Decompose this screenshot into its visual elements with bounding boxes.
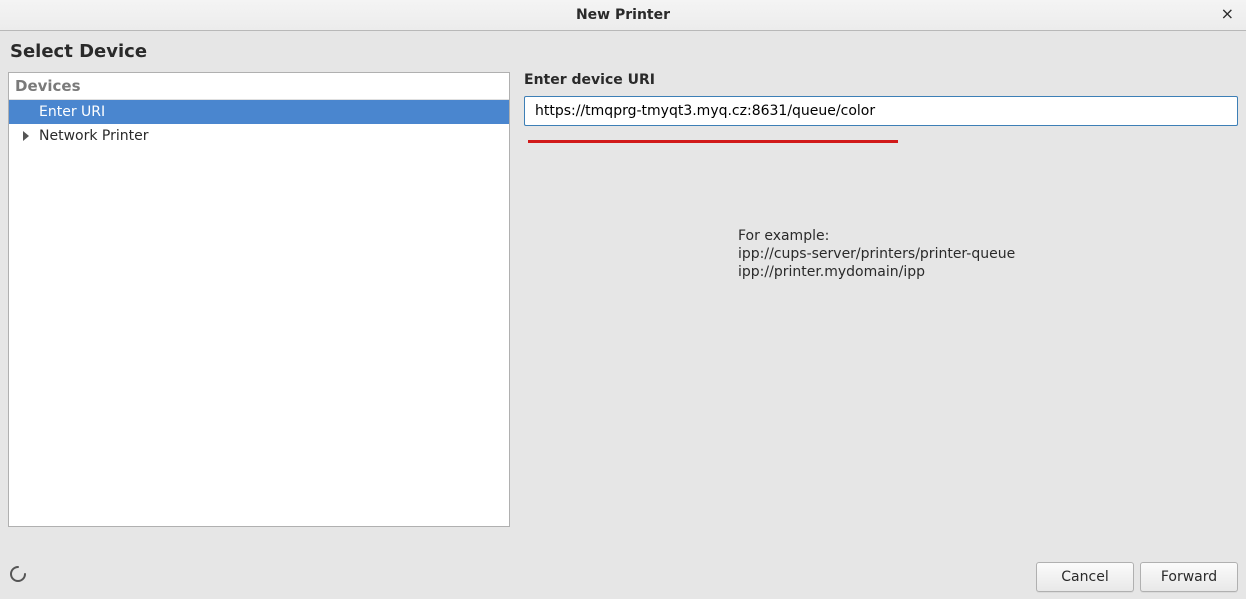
- footer: Cancel Forward: [0, 554, 1246, 599]
- devices-header: Devices: [9, 73, 509, 100]
- device-item-label: Network Printer: [39, 128, 148, 144]
- dialog-content: Select Device Devices Enter URI Network …: [0, 31, 1246, 554]
- device-item-label: Enter URI: [39, 104, 105, 120]
- panels: Devices Enter URI Network Printer Enter …: [8, 72, 1238, 527]
- uri-underline: [528, 140, 898, 143]
- device-item-network-printer[interactable]: Network Printer: [9, 124, 509, 148]
- section-title: Select Device: [8, 41, 1238, 62]
- close-icon[interactable]: ×: [1217, 4, 1238, 24]
- devices-panel: Devices Enter URI Network Printer: [8, 72, 510, 527]
- device-list[interactable]: Enter URI Network Printer: [9, 100, 509, 526]
- loading-spinner-icon: [10, 566, 26, 582]
- forward-button[interactable]: Forward: [1140, 562, 1238, 592]
- device-item-enter-uri[interactable]: Enter URI: [9, 100, 509, 124]
- uri-label: Enter device URI: [524, 72, 1238, 88]
- uri-panel: Enter device URI For example: ipp://cups…: [524, 72, 1238, 527]
- uri-input-wrap: [524, 96, 1238, 126]
- titlebar: New Printer ×: [0, 0, 1246, 31]
- uri-input[interactable]: [525, 97, 1237, 125]
- uri-example-text: For example: ipp://cups-server/printers/…: [738, 227, 1238, 282]
- window-title: New Printer: [576, 7, 670, 23]
- cancel-button[interactable]: Cancel: [1036, 562, 1134, 592]
